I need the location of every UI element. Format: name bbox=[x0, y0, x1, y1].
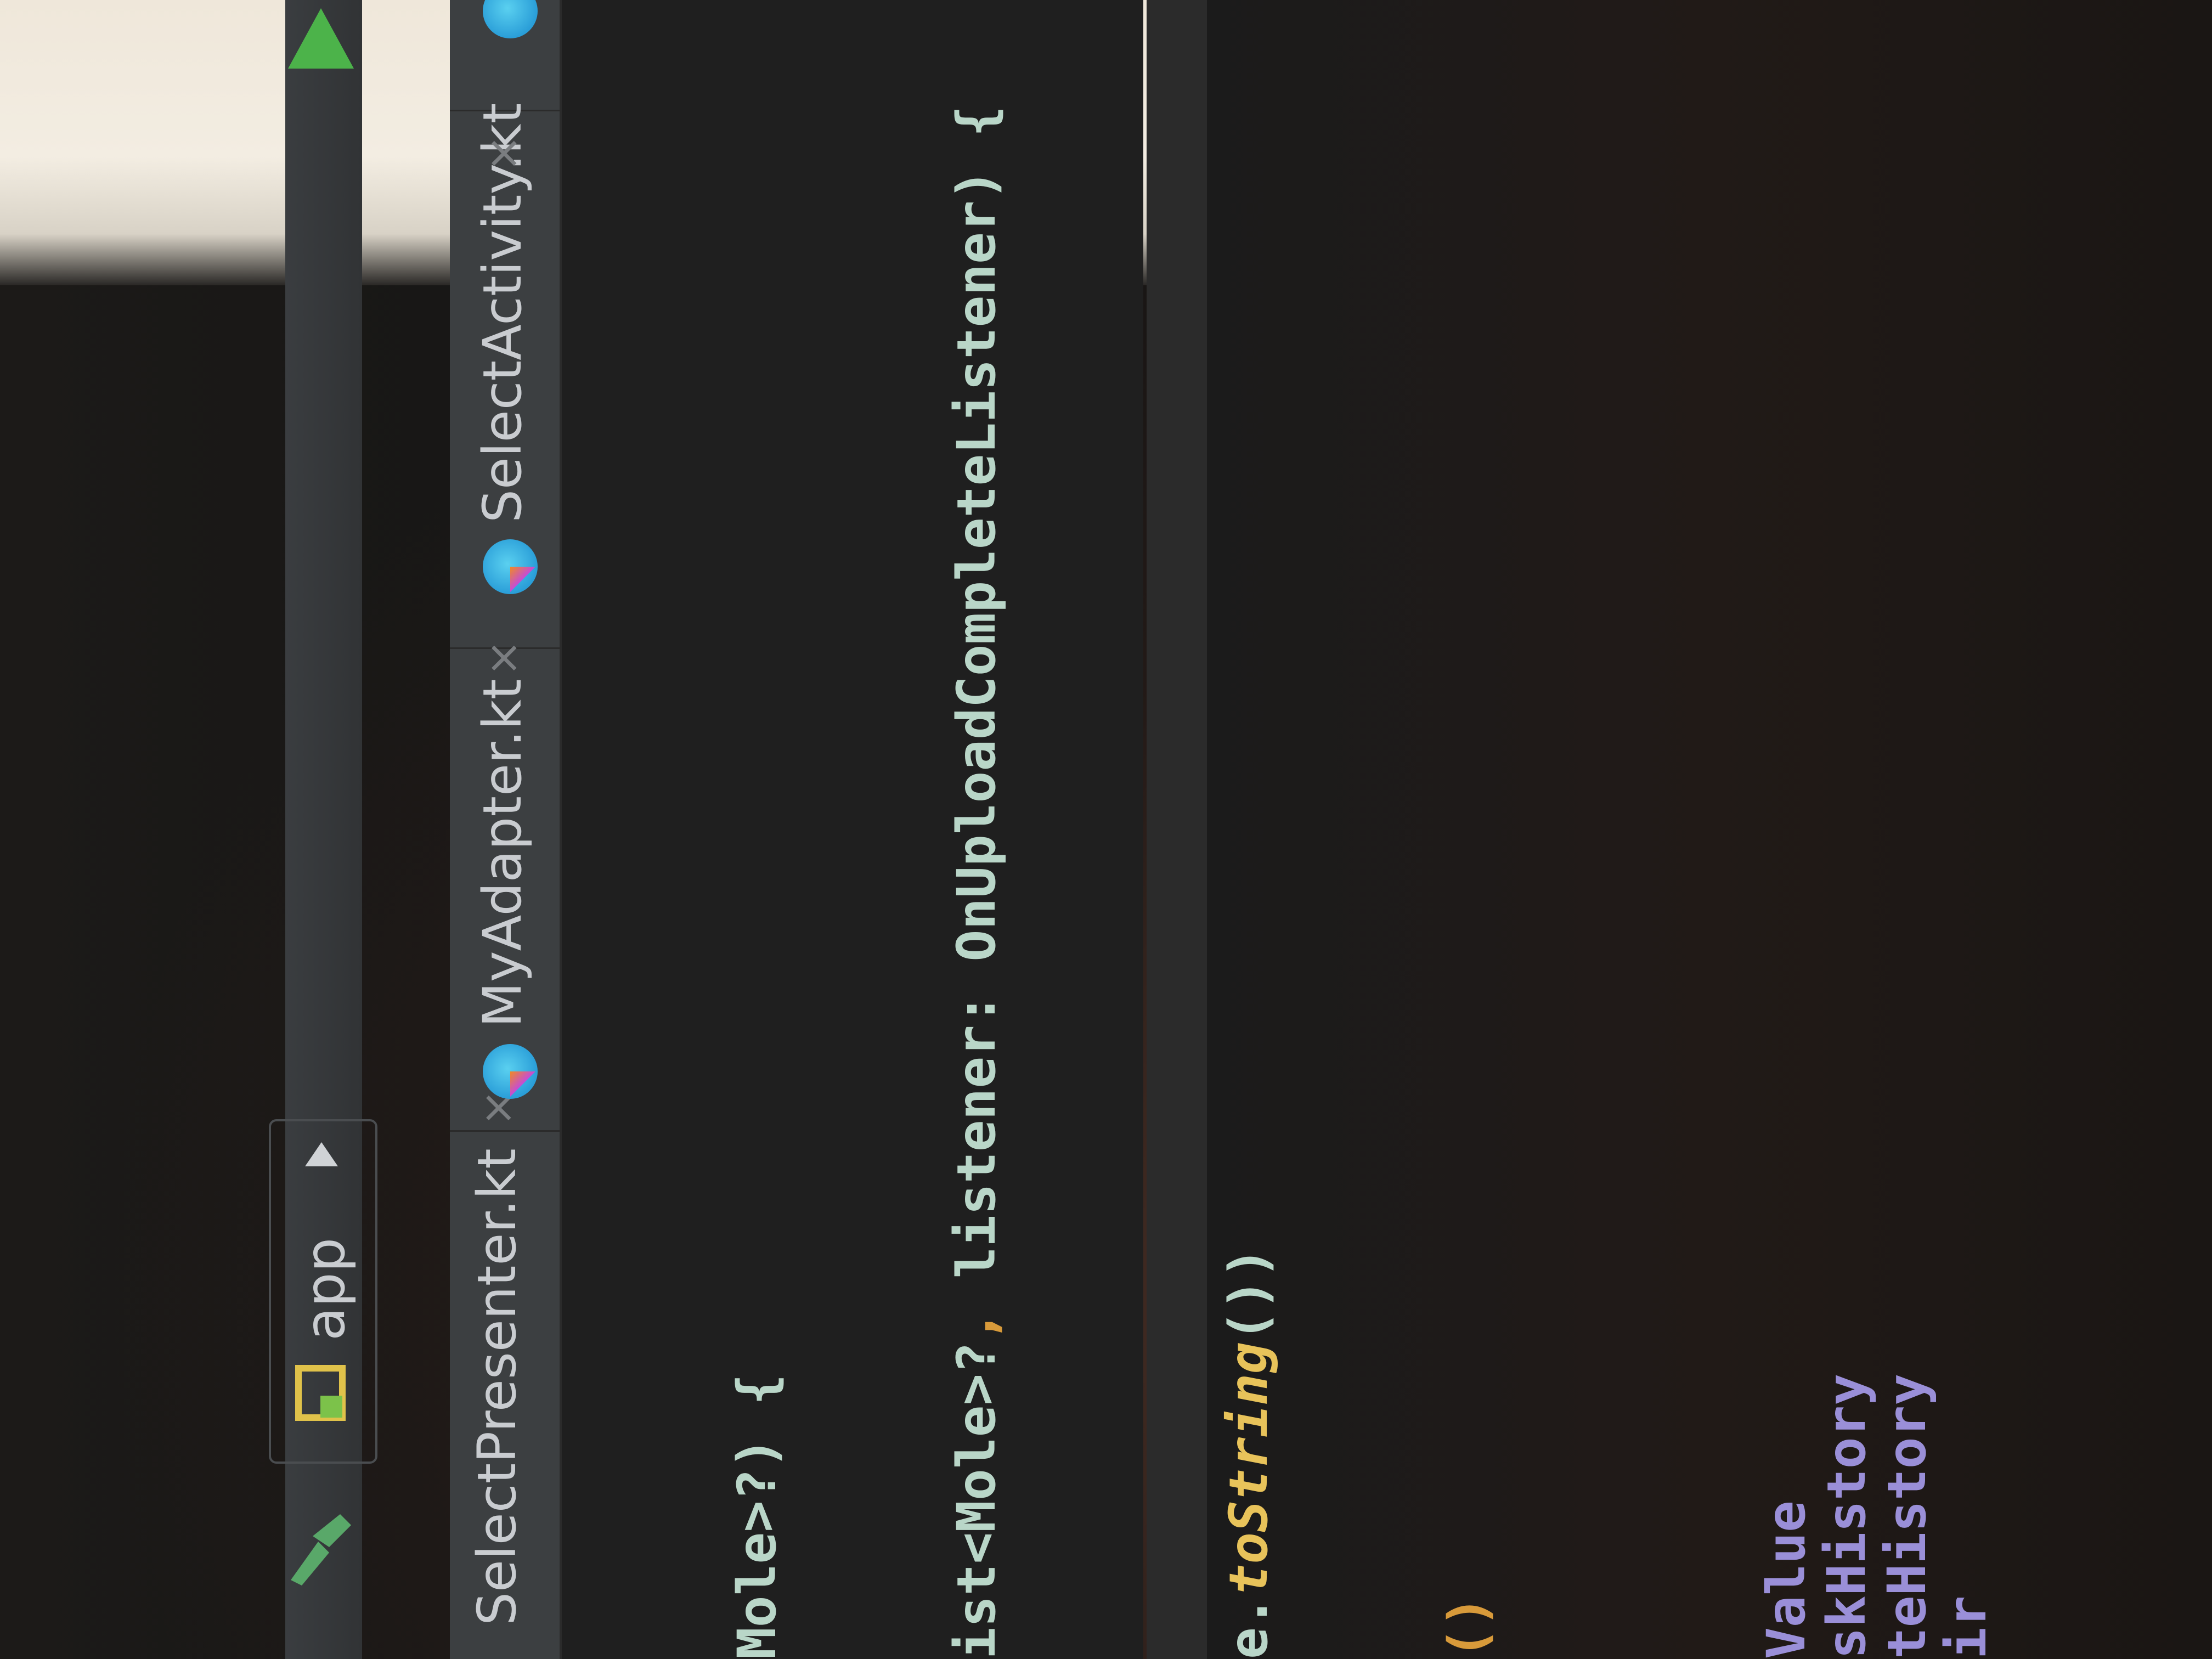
android-module-icon bbox=[295, 1365, 346, 1421]
photo-stage: app SelectPresenter.kt × MyAdapter.kt × … bbox=[0, 0, 2212, 1659]
code-line: ist<Mole>?, listener: OnUploadCompleteLi… bbox=[946, 105, 1007, 1659]
tab-my-adapter[interactable]: MyAdapter.kt × bbox=[450, 640, 560, 1132]
code-line: teHistory bbox=[1876, 1373, 1938, 1659]
close-icon[interactable]: × bbox=[477, 135, 528, 172]
hammer-icon[interactable] bbox=[280, 1503, 362, 1591]
tab-label: SelectPresenter.kt bbox=[466, 1148, 528, 1626]
code-editor-upper[interactable]: Mole>?) { ist<Mole>?, listener: OnUpload… bbox=[562, 0, 1143, 1659]
ide-toolbar: app bbox=[269, 0, 377, 1659]
code-line: Mole>?) { bbox=[726, 1373, 788, 1659]
code-line: e.toString()) bbox=[1218, 1246, 1279, 1659]
tab-select-activity[interactable]: SelectActivity.kt × bbox=[450, 103, 560, 649]
play-icon[interactable] bbox=[280, 0, 362, 88]
kotlin-class-icon bbox=[483, 0, 538, 38]
split-divider[interactable] bbox=[1147, 0, 1207, 1659]
run-config-selector[interactable]: app bbox=[269, 1119, 377, 1464]
code-line: Value bbox=[1756, 1500, 1817, 1659]
code-editor-lower[interactable]: e.toString()) () Value skHistory teHisto… bbox=[1207, 0, 2212, 1659]
chevron-down-icon[interactable] bbox=[305, 1142, 338, 1166]
code-line: () bbox=[1437, 1595, 1499, 1659]
code-line: skHistory bbox=[1816, 1373, 1877, 1659]
code-line: ir bbox=[1937, 1595, 1998, 1659]
editor-tab-bar: SelectPresenter.kt × MyAdapter.kt × Sele… bbox=[450, 0, 562, 1659]
tab-select-presenter[interactable]: SelectPresenter.kt × bbox=[450, 1090, 560, 1659]
tab-label: MyAdapter.kt bbox=[472, 679, 533, 1028]
run-config-label: app bbox=[293, 1237, 357, 1341]
